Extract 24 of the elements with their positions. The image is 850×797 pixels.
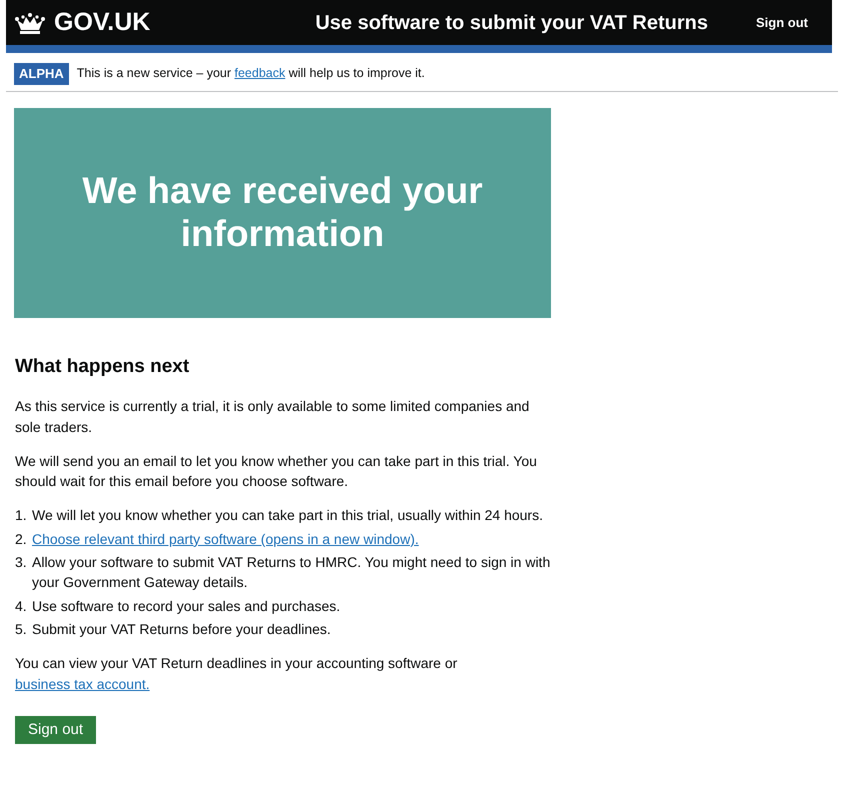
- panel-title: We have received your information: [81, 170, 484, 256]
- step-text: Use software to record your sales and purchases.: [32, 596, 340, 616]
- phase-tag: ALPHA: [14, 63, 69, 84]
- sign-out-button[interactable]: Sign out: [15, 716, 96, 744]
- step-text: Submit your VAT Returns before your deadlines.: [32, 620, 331, 639]
- tax-account-link[interactable]: business tax account.: [15, 676, 150, 692]
- crown-icon: [14, 12, 46, 34]
- feedback-link[interactable]: feedback: [234, 66, 286, 80]
- sign-out-link[interactable]: Sign out: [756, 12, 808, 32]
- step-number: 3.: [15, 553, 28, 572]
- paragraph: We will send you an email to let you know whether you can take part in this trial. You should wait for this email before you choose software.: [15, 452, 538, 492]
- software-link[interactable]: Choose relevant third party software (opens in a new window).: [32, 528, 419, 550]
- step-number: 5.: [15, 620, 28, 639]
- step-text: Allow your software to submit VAT Returns to HMRC. You might need to sign in with your Government Gateway details.: [32, 553, 552, 592]
- step-text: We will let you know whether you can take part in this trial, usually within 24 hours.: [32, 506, 543, 526]
- paragraph: As this service is currently a trial, it is only available to some limited companies and sole traders.: [15, 397, 530, 437]
- service-name[interactable]: Use software to submit your VAT Returns: [315, 8, 708, 38]
- closing-paragraph: You can view your VAT Return deadlines in your accounting software or business tax account.: [15, 654, 458, 694]
- step-number: 1.: [15, 506, 28, 526]
- section-heading: What happens next: [15, 356, 190, 378]
- phase-text: This is a new service – your feedback will help us to improve it.: [76, 65, 425, 82]
- step-number: 4.: [15, 596, 28, 616]
- logo-text[interactable]: GOV.UK: [54, 4, 150, 42]
- step-number: 2.: [15, 530, 28, 549]
